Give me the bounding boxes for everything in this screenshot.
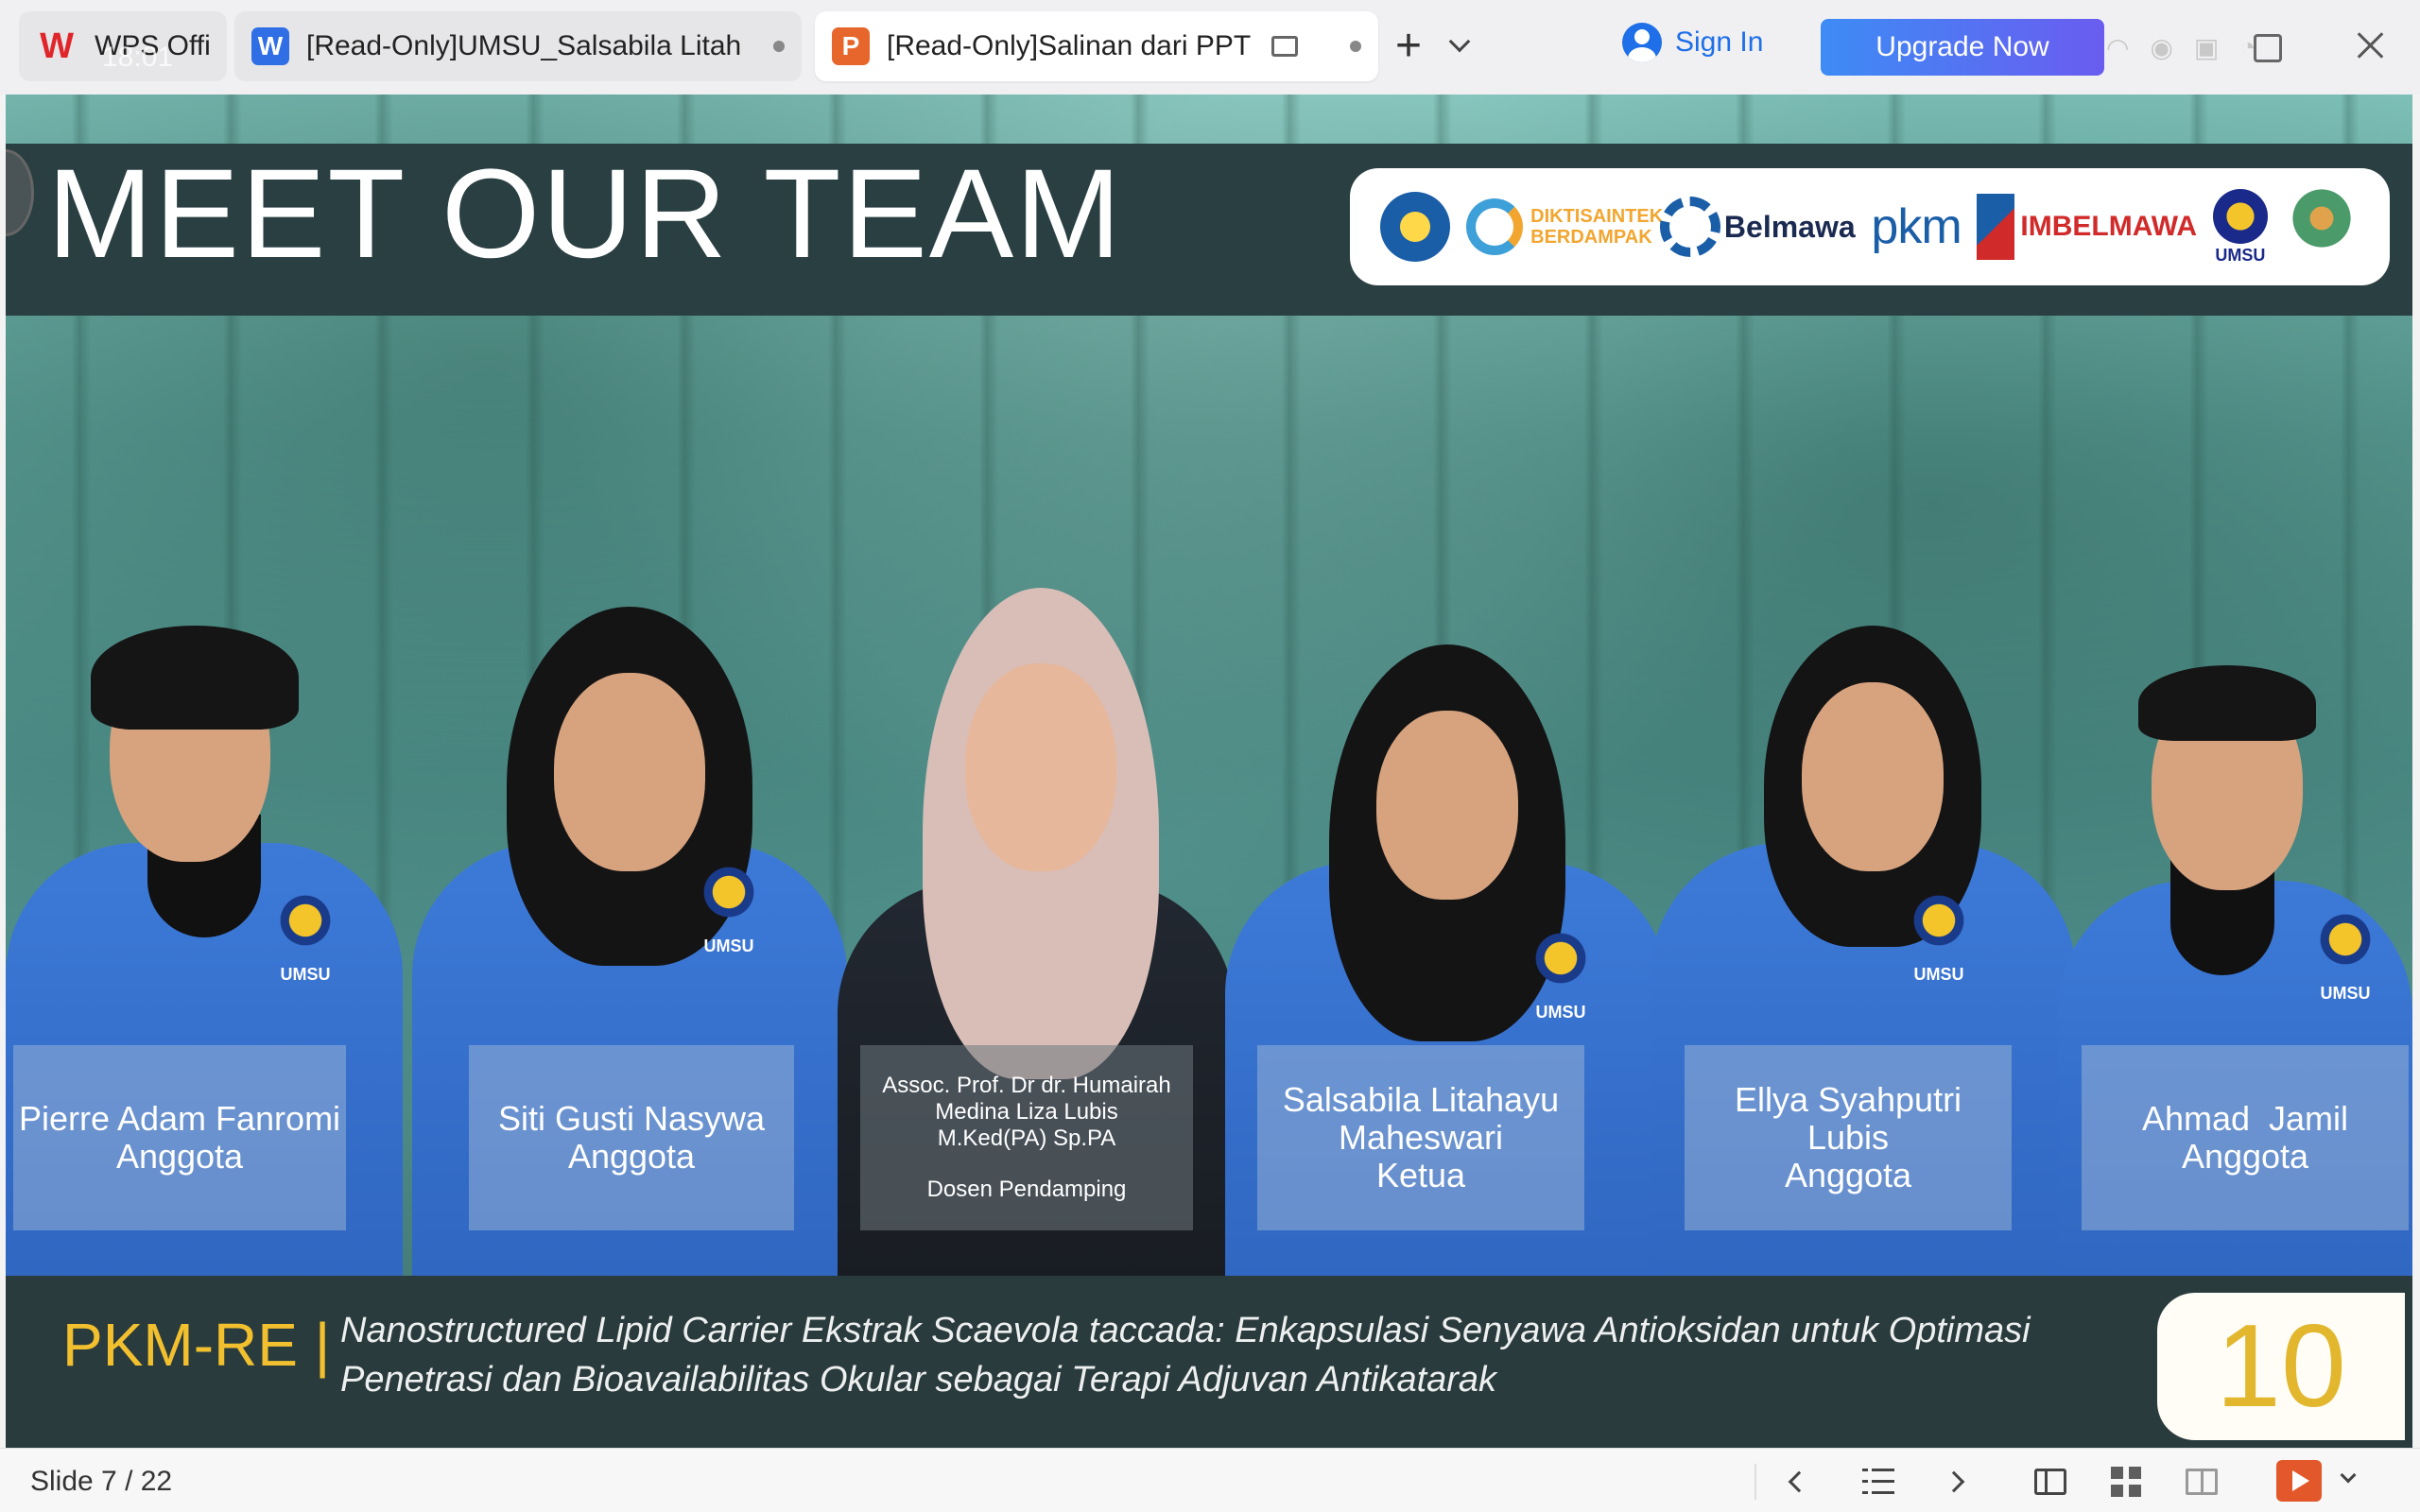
program-code: PKM-RE | — [62, 1311, 331, 1379]
play-slideshow-button[interactable] — [2276, 1460, 2322, 1502]
play-options-chevron-down-icon[interactable] — [2340, 1467, 2357, 1484]
status-bar: Slide 7 / 22 — [0, 1448, 2420, 1512]
advisor-role: Dosen Pendamping — [926, 1177, 1127, 1202]
logo-text: IMBELMAWA — [2020, 211, 2198, 242]
sponsor-logo-strip: DIKTISAINTEK BERDAMPAK Belmawa pkm IMBEL… — [1350, 168, 2390, 285]
advisor-name-line-3: M.Ked(PA) Sp.PA — [937, 1125, 1116, 1151]
user-avatar-icon — [1622, 23, 1662, 62]
member-card-5: Ellya Syahputri Lubis Anggota — [1685, 1045, 2012, 1230]
previous-slide-button[interactable] — [1777, 1460, 1821, 1503]
member-card-4: Salsabila Litahayu Maheswari Ketua — [1257, 1045, 1584, 1230]
chevron-right-icon — [1943, 1470, 1965, 1493]
system-tray: ◠ ◉ ▣ ◔ — [2106, 32, 2256, 63]
diktisaintek-berdampak-logo: DIKTISAINTEK BERDAMPAK — [1466, 198, 1664, 255]
simbelmawa-logo: IMBELMAWA — [1977, 194, 2197, 260]
member-role: Anggota — [1784, 1156, 1912, 1194]
chevron-left-icon — [1788, 1470, 1810, 1493]
member-name-line-1: Salsabila Litahayu — [1282, 1080, 1560, 1119]
logo-text: DIKTISAINTEK BERDAMPAK — [1530, 206, 1664, 248]
tab-label: [Read-Only]UMSU_Salsabila Litah — [306, 30, 742, 61]
advisor-name-line-1: Assoc. Prof. Dr dr. Humairah — [882, 1073, 1171, 1098]
project-title: Nanostructured Lipid Carrier Ekstrak Sca… — [340, 1306, 2193, 1404]
s-mark-icon — [1977, 194, 2015, 260]
list-icon — [1862, 1469, 1894, 1495]
play-icon — [2292, 1470, 2309, 1491]
tab-label: [Read-Only]Salinan dari PPT — [887, 30, 1252, 61]
umsu-badge-icon: UMSU — [2312, 909, 2378, 1004]
member-name: Pierre Adam Fanromi — [18, 1099, 341, 1138]
slide-list-button[interactable] — [1857, 1460, 1900, 1503]
logo-text: UMSU — [2215, 245, 2266, 265]
sign-in-button[interactable]: Sign In — [1622, 23, 1763, 62]
slide-canvas: MEET OUR TEAM DIKTISAINTEK BERDAMPAK Bel… — [6, 94, 2412, 1448]
logo-text: Belmawa — [1723, 209, 1856, 244]
swirl-icon — [1466, 198, 1524, 255]
member-role: Anggota — [567, 1137, 696, 1176]
project-title-line-2: Penetrasi dan Bioavailabilitas Okular se… — [340, 1360, 1497, 1400]
advisor-card: Assoc. Prof. Dr dr. Humairah Medina Liza… — [860, 1045, 1193, 1230]
member-name: Ahmad Jamil — [2141, 1099, 2349, 1138]
umsu-logo: UMSU — [2212, 188, 2268, 266]
belmawa-logo: Belmawa — [1659, 197, 1856, 257]
member-card-1: Pierre Adam Fanromi Anggota — [13, 1045, 346, 1230]
umsu-badge-icon: UMSU — [272, 890, 338, 985]
tab-presentation-active[interactable]: P [Read-Only]Salinan dari PPT — [815, 11, 1378, 81]
tab-list-chevron-down-icon[interactable] — [1448, 30, 1471, 53]
writer-doc-icon: W — [251, 27, 289, 65]
slide-title: MEET OUR TEAM — [47, 144, 1123, 284]
tab-close-dot-icon[interactable] — [773, 41, 785, 52]
tab-close-dot-icon[interactable] — [1350, 41, 1361, 52]
sign-in-label: Sign In — [1675, 26, 1764, 58]
next-slide-button[interactable] — [1932, 1460, 1976, 1503]
tab-writer-document[interactable]: W [Read-Only]UMSU_Salsabila Litah — [234, 11, 802, 81]
normal-view-button[interactable] — [2029, 1460, 2072, 1503]
maximize-window-icon[interactable] — [2254, 34, 2282, 62]
eye-icon: ◉ — [2150, 33, 2173, 62]
gear-icon — [1659, 197, 1720, 257]
tree-logo — [2283, 184, 2360, 269]
tab-bar: W WPS Office 18:01 W [Read-Only]UMSU_Sal… — [0, 0, 2420, 94]
new-tab-button[interactable]: + — [1395, 21, 1422, 72]
member-role: Ketua — [1375, 1156, 1466, 1194]
member-role: Anggota — [115, 1137, 244, 1176]
clock-overlay: 18:01 — [102, 42, 174, 73]
book-icon — [2186, 1469, 2218, 1495]
pkm-logo: pkm — [1871, 198, 1962, 255]
advisor-name-line-2: Medina Liza Lubis — [935, 1099, 1118, 1125]
umsu-badge-icon: UMSU — [1906, 890, 1972, 985]
presentation-doc-icon: P — [832, 27, 870, 65]
tut-wuri-handayani-logo — [1380, 192, 1451, 262]
monitor-icon[interactable] — [1271, 36, 1299, 57]
project-title-line-1: Nanostructured Lipid Carrier Ekstrak Sca… — [340, 1311, 2031, 1350]
camera-icon: ▣ — [2193, 33, 2220, 62]
member-card-2: Siti Gusti Nasywa Anggota — [469, 1045, 794, 1230]
upgrade-label: Upgrade Now — [1876, 31, 2049, 62]
member-name-line-1: Ellya Syahputri — [1734, 1080, 1962, 1119]
member-name-line-2: Lubis — [1806, 1118, 1890, 1157]
reading-view-button[interactable] — [2180, 1460, 2223, 1503]
upgrade-now-button[interactable]: Upgrade Now — [1821, 19, 2104, 76]
logo-text: pkm — [1871, 199, 1962, 254]
slide-sorter-button[interactable] — [2104, 1460, 2148, 1503]
member-name: Siti Gusti Nasywa — [497, 1099, 766, 1138]
member-role: Anggota — [2181, 1137, 2309, 1176]
umsu-badge-icon: UMSU — [696, 862, 762, 956]
umsu-seal-icon — [2212, 188, 2268, 244]
umsu-badge-icon: UMSU — [1528, 928, 1594, 1022]
slide-page-number: 10 — [2157, 1293, 2405, 1440]
member-card-6: Ahmad Jamil Anggota — [2082, 1045, 2409, 1230]
close-window-icon[interactable] — [2354, 28, 2386, 60]
wifi-icon: ◠ — [2106, 33, 2130, 62]
slide-counter: Slide 7 / 22 — [30, 1466, 173, 1497]
member-name-line-2: Maheswari — [1338, 1118, 1504, 1157]
normal-view-icon — [2034, 1469, 2066, 1495]
grid-icon — [2111, 1467, 2141, 1497]
wps-logo-icon: W — [40, 26, 74, 66]
